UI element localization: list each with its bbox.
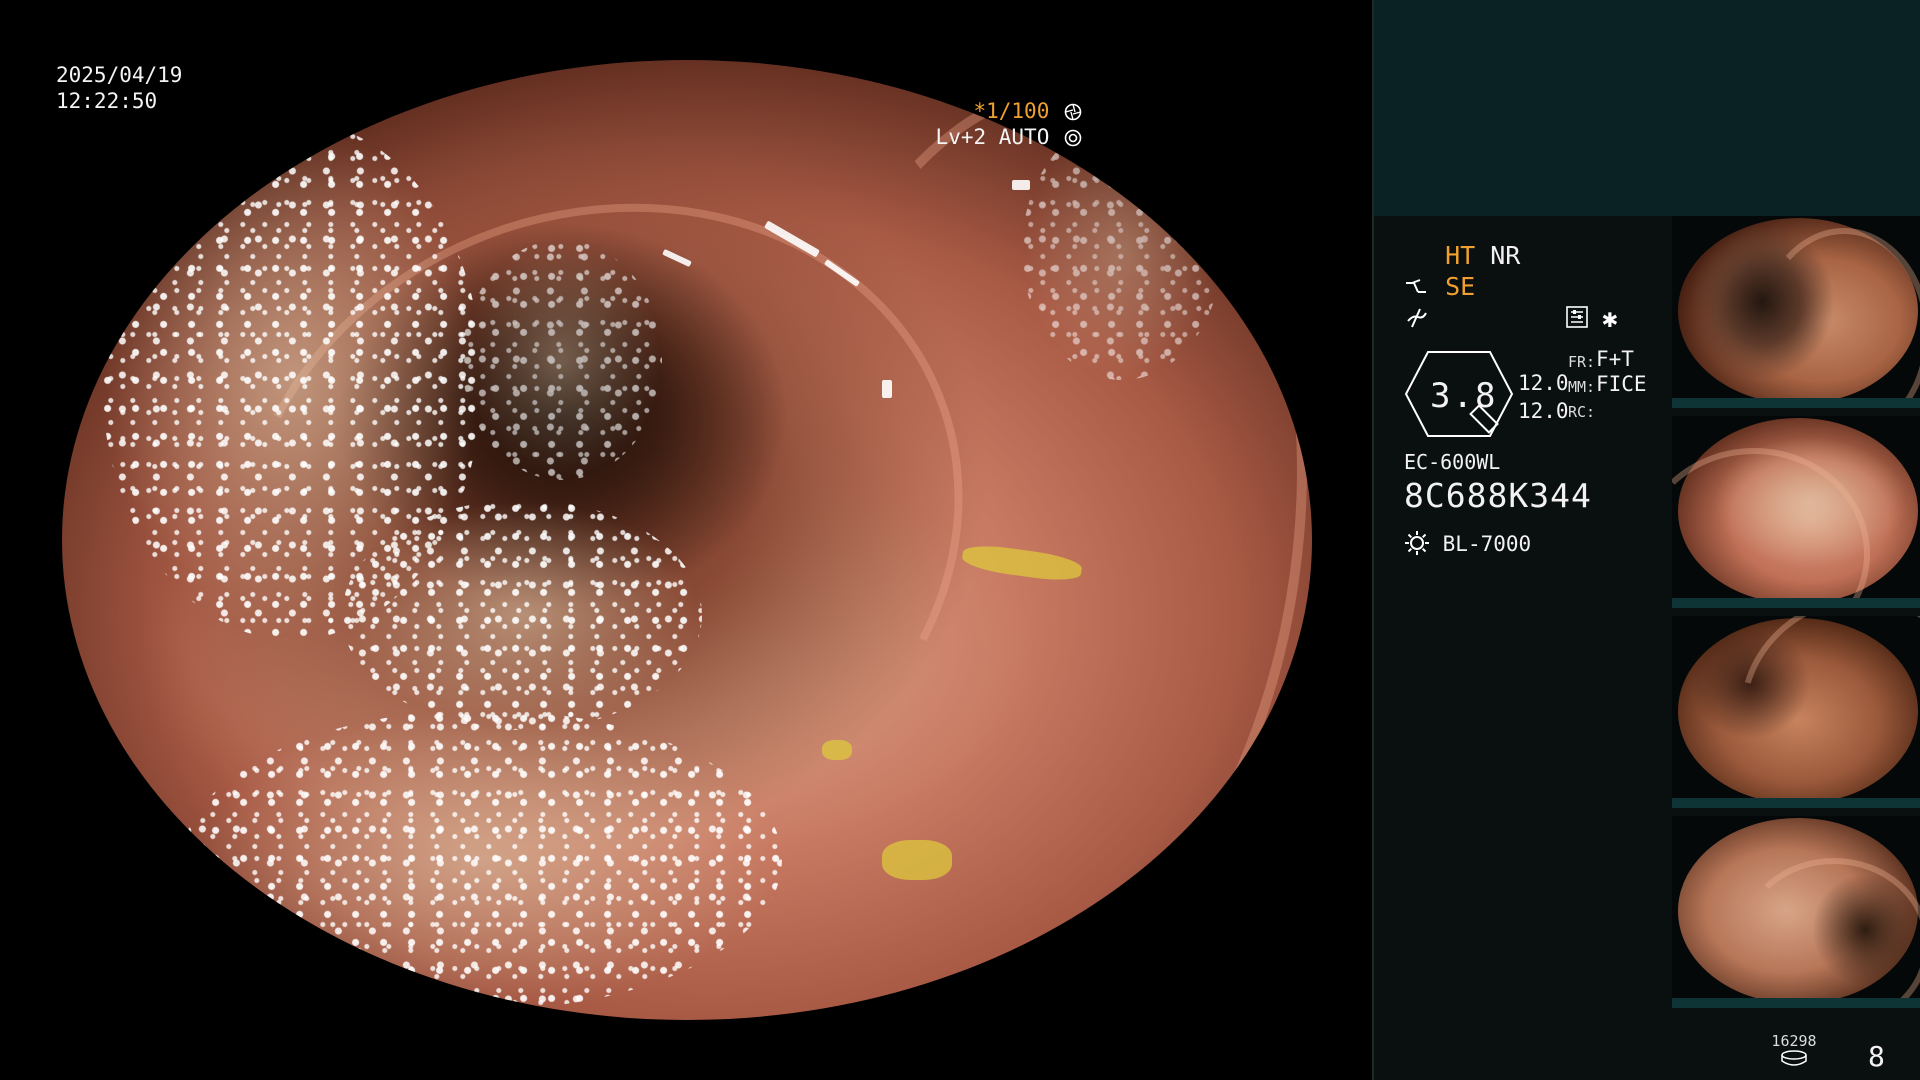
bubble-cluster (1022, 120, 1222, 380)
thumbnail-2[interactable] (1672, 416, 1920, 608)
mode-nr: NR (1490, 241, 1521, 270)
rc-label: RC: (1568, 403, 1596, 421)
thumbnail-image (1678, 218, 1920, 404)
exposure-level: Lv+2 AUTO (935, 125, 1050, 149)
setting-values: F+T FICE (1596, 347, 1647, 397)
thumbnail-strip (1672, 798, 1920, 808)
thumbnail-fold (1738, 858, 1920, 1008)
gain-top: 12.0 (1518, 371, 1569, 395)
datetime-overlay: 2025/04/19 12:22:50 (56, 62, 182, 114)
gain-values: 12.0 12.0 (1518, 369, 1569, 425)
thumbnail-strip (1672, 998, 1920, 1008)
thumbnail-3[interactable] (1672, 616, 1920, 808)
scale-value: 3.8 (1430, 376, 1498, 416)
fr-label: FR: (1568, 353, 1596, 371)
bubble-cluster (462, 240, 662, 480)
scope-model: EC-600WL (1404, 450, 1501, 474)
disk-icon (1781, 1050, 1807, 1066)
bubble-cluster (342, 500, 702, 730)
gain-bottom: 12.0 (1518, 399, 1569, 423)
thumbnail-strip (1672, 398, 1920, 408)
mm-value: FICE (1596, 372, 1647, 396)
aperture-icon (1064, 103, 1082, 121)
mm-label: MM: (1568, 378, 1596, 396)
grid-icon (1566, 306, 1588, 328)
capture-time: 12:22:50 (56, 89, 158, 113)
residue-speck (822, 740, 852, 760)
bubble-cluster (182, 710, 782, 1010)
filter-curve-icon (1406, 279, 1426, 293)
specular-glint (882, 380, 892, 398)
thumbnail-image (1678, 818, 1920, 1004)
zoom-scale-indicator: 3.8 (1404, 350, 1514, 438)
gear-icon (1064, 129, 1082, 147)
thumbnail-image (1672, 418, 1918, 608)
captured-thumbnails (1672, 216, 1920, 1016)
colonoscopy-image (62, 60, 1312, 1020)
exposure-overlay: *1/100 Lv+2 AUTO (936, 98, 1082, 150)
endoscope-main-view: 2025/04/19 12:22:50 *1/100 Lv+2 AUTO (0, 0, 1372, 1080)
fr-value: F+T (1596, 347, 1634, 371)
panel-header (1374, 0, 1920, 216)
scope-serial: 8C688K344 (1404, 476, 1592, 515)
shutter-speed: *1/100 (973, 99, 1050, 123)
mode-indicators: HT NR SE (1404, 240, 1520, 333)
sun-icon (1405, 531, 1429, 555)
thumbnail-1[interactable] (1672, 216, 1920, 408)
thumbnail-fold (1672, 448, 1870, 608)
thumbnail-strip (1672, 598, 1920, 608)
thumbnail-fold (1758, 228, 1920, 408)
page-number: 8 (1868, 1040, 1885, 1073)
specular-glint (1012, 180, 1030, 190)
thumbnail-4[interactable] (1672, 816, 1920, 1008)
setting-labels: FR: MM: RC: (1568, 350, 1595, 425)
thumbnail-fold (1700, 616, 1920, 808)
thumbnail-image (1678, 616, 1920, 808)
grid-icon-container (1566, 306, 1588, 332)
storage-count: 16298 (1771, 1032, 1817, 1050)
mode-ht: HT (1445, 241, 1476, 270)
signal-icon (1407, 308, 1427, 328)
info-panel: HT NR SE ✱ 3.8 12.0 12.0 FR: MM: RC: F+T… (1372, 0, 1920, 1080)
mode-se: SE (1445, 272, 1476, 301)
capture-date: 2025/04/19 (56, 63, 183, 87)
asterisk-icon: ✱ (1602, 304, 1618, 334)
light-source-model: BL-7000 (1442, 532, 1532, 556)
residue-speck (882, 840, 952, 880)
light-source: BL-7000 (1404, 530, 1531, 556)
